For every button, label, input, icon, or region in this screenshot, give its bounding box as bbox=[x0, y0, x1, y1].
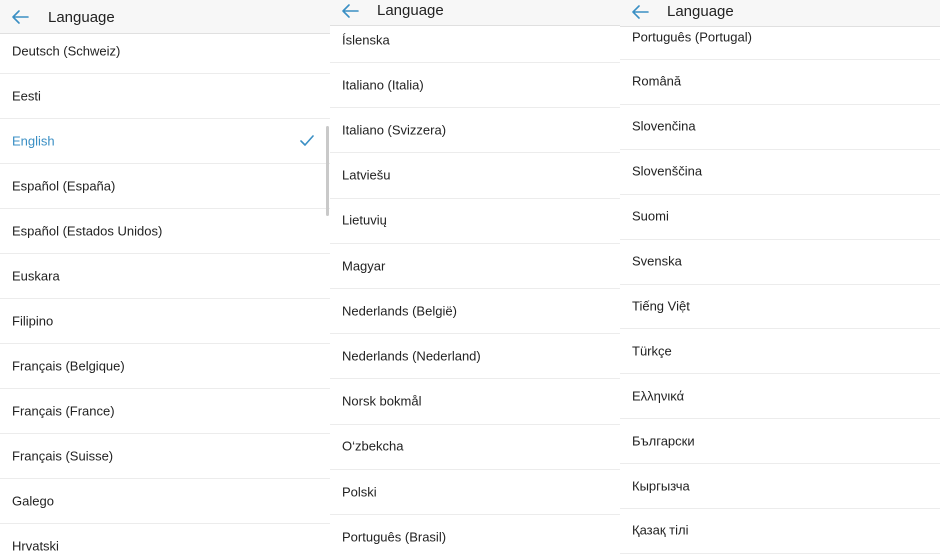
list-item[interactable]: Suomi bbox=[620, 194, 940, 240]
language-label: Hrvatski bbox=[12, 538, 59, 553]
language-label: Suomi bbox=[632, 208, 669, 224]
list-item[interactable]: Italiano (Italia) bbox=[330, 62, 620, 109]
language-label: Galego bbox=[12, 493, 54, 508]
language-label: Қазақ тілі bbox=[632, 522, 689, 538]
list-item[interactable]: Magyar bbox=[330, 243, 620, 289]
language-panel-1: Language Deutsch (Schweiz) Eesti English Es… bbox=[0, 0, 330, 557]
app-bar: Language bbox=[330, 0, 620, 26]
language-label: English bbox=[12, 133, 55, 148]
arrow-left-icon[interactable] bbox=[10, 7, 30, 27]
scrollbar[interactable] bbox=[326, 126, 329, 216]
list-item[interactable]: Lietuvių bbox=[330, 198, 620, 244]
language-label: Français (Suisse) bbox=[12, 448, 114, 463]
language-label: Latviešu bbox=[342, 167, 391, 183]
arrow-left-icon[interactable] bbox=[340, 1, 360, 21]
language-label: Tiếng Việt bbox=[632, 298, 690, 314]
language-panel-3: Language Português (Portugal) Română Slove… bbox=[620, 0, 940, 557]
list-item[interactable]: Deutsch (Schweiz) bbox=[0, 28, 330, 74]
language-label: Nederlands (Nederland) bbox=[342, 348, 481, 364]
list-item[interactable]: Français (Belgique) bbox=[0, 343, 330, 389]
language-label: Polski bbox=[342, 484, 377, 499]
language-label: Euskara bbox=[12, 268, 60, 283]
list-item[interactable]: Nederlands (België) bbox=[330, 288, 620, 335]
list-item[interactable]: Svenska bbox=[620, 239, 940, 285]
page-title: Language bbox=[377, 2, 444, 19]
list-item[interactable]: Italiano (Svizzera) bbox=[330, 107, 620, 154]
language-label: Slovenščina bbox=[632, 163, 703, 179]
language-label: Português (Brasil) bbox=[342, 529, 447, 545]
language-label: Français (France) bbox=[12, 403, 115, 418]
app-bar: Language bbox=[0, 0, 330, 34]
list-item[interactable]: Кыргызча bbox=[620, 463, 940, 509]
language-label: Norsk bokmål bbox=[342, 393, 422, 409]
list-item[interactable]: Galego bbox=[0, 478, 330, 524]
language-label: Türkçe bbox=[632, 343, 672, 359]
language-label: Português (Portugal) bbox=[632, 29, 752, 44]
list-item[interactable]: Filipino bbox=[0, 298, 330, 344]
language-label: Français (Belgique) bbox=[12, 358, 125, 373]
language-label: Svenska bbox=[632, 253, 682, 269]
list-item[interactable]: Română bbox=[620, 59, 940, 105]
list-item[interactable]: Türkçe bbox=[620, 328, 940, 375]
language-label: Български bbox=[632, 433, 695, 449]
page-title: Language bbox=[48, 9, 115, 26]
list-item[interactable]: Slovenčina bbox=[620, 104, 940, 150]
language-label: Nederlands (België) bbox=[342, 303, 457, 319]
list-item[interactable]: Ελληνικά bbox=[620, 373, 940, 420]
language-label: Filipino bbox=[12, 313, 54, 328]
language-label: Eesti bbox=[12, 88, 41, 103]
language-label: Lietuvių bbox=[342, 212, 387, 228]
list-item[interactable]: Português (Brasil) bbox=[330, 514, 620, 557]
language-label: Slovenčina bbox=[632, 118, 696, 134]
list-item[interactable]: Français (France) bbox=[0, 388, 330, 434]
list-item[interactable]: Nederlands (Nederland) bbox=[330, 333, 620, 380]
list-item[interactable]: O‘zbekcha bbox=[330, 424, 620, 470]
list-item[interactable]: Hrvatski bbox=[0, 523, 330, 557]
list-item[interactable]: Қазақ тілі bbox=[620, 508, 940, 554]
language-label: Español (Estados Unidos) bbox=[12, 223, 163, 238]
list-item[interactable]: Español (España) bbox=[0, 163, 330, 209]
arrow-left-icon[interactable] bbox=[630, 2, 650, 22]
app-bar: Language bbox=[620, 0, 940, 27]
language-label: Кыргызча bbox=[632, 478, 690, 493]
list-item[interactable]: Български bbox=[620, 418, 940, 465]
checkmark-icon bbox=[300, 134, 314, 146]
language-label: Ελληνικά bbox=[632, 388, 685, 404]
list-item[interactable]: Slovenščina bbox=[620, 149, 940, 195]
page-title: Language bbox=[667, 3, 734, 20]
language-label: Íslenska bbox=[342, 32, 390, 47]
list-item[interactable]: Français (Suisse) bbox=[0, 433, 330, 479]
list-item[interactable]: Tiếng Việt bbox=[620, 283, 940, 330]
language-label: Deutsch (Schweiz) bbox=[12, 43, 121, 58]
list-item[interactable]: Euskara bbox=[0, 253, 330, 299]
language-panel-2: Language Íslenska Italiano (Italia) Italia… bbox=[330, 0, 620, 557]
list-item[interactable]: Eesti bbox=[0, 73, 330, 119]
list-item-selected[interactable]: English bbox=[0, 118, 330, 164]
list-item[interactable]: Español (Estados Unidos) bbox=[0, 208, 330, 254]
language-label: O‘zbekcha bbox=[342, 438, 404, 454]
language-label: Magyar bbox=[342, 258, 386, 273]
list-item[interactable]: Norsk bokmål bbox=[330, 379, 620, 425]
language-label: Italiano (Italia) bbox=[342, 77, 424, 93]
language-label: Italiano (Svizzera) bbox=[342, 122, 447, 138]
list-item[interactable]: Latviešu bbox=[330, 153, 620, 199]
language-label: Română bbox=[632, 73, 682, 89]
language-label: Español (España) bbox=[12, 178, 116, 193]
list-item[interactable]: Polski bbox=[330, 469, 620, 515]
